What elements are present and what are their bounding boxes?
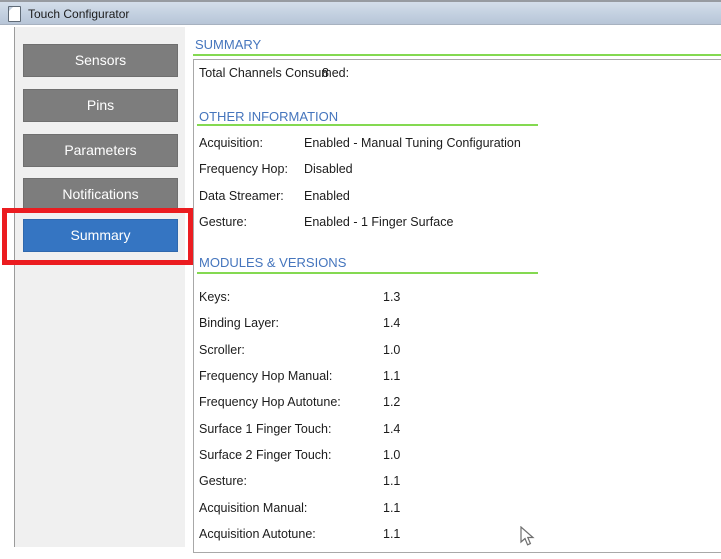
module-label: Binding Layer:	[199, 316, 279, 330]
module-version: 1.1	[383, 501, 400, 515]
window-titlebar: Touch Configurator	[0, 0, 721, 25]
window-doc-icon	[8, 6, 21, 22]
sidebar-item-parameters[interactable]: Parameters	[23, 134, 178, 167]
page-title: SUMMARY	[195, 37, 261, 52]
module-label: Keys:	[199, 290, 230, 304]
info-value: Disabled	[304, 162, 353, 176]
info-label: Gesture:	[199, 215, 247, 229]
module-version: 1.1	[383, 527, 400, 541]
total-channels-value: 8	[322, 66, 329, 80]
sidebar: Sensors Pins Parameters Notifications Su…	[14, 27, 185, 547]
sidebar-item-pins[interactable]: Pins	[23, 89, 178, 122]
info-label: Data Streamer:	[199, 189, 284, 203]
summary-content-panel: Total Channels Consumed: 8 OTHER INFORMA…	[193, 59, 721, 553]
other-information-header: OTHER INFORMATION	[199, 109, 338, 124]
sidebar-item-notifications[interactable]: Notifications	[23, 178, 178, 211]
window-title: Touch Configurator	[28, 7, 129, 21]
module-label: Acquisition Autotune:	[199, 527, 316, 541]
module-version: 1.1	[383, 369, 400, 383]
module-label: Frequency Hop Manual:	[199, 369, 332, 383]
info-value: Enabled - 1 Finger Surface	[304, 215, 453, 229]
module-label: Surface 2 Finger Touch:	[199, 448, 331, 462]
info-value: Enabled	[304, 189, 350, 203]
module-version: 1.1	[383, 474, 400, 488]
info-value: Enabled - Manual Tuning Configuration	[304, 136, 521, 150]
module-label: Frequency Hop Autotune:	[199, 395, 341, 409]
module-label: Surface 1 Finger Touch:	[199, 422, 331, 436]
module-label: Scroller:	[199, 343, 245, 357]
summary-underline	[193, 54, 721, 56]
info-label: Frequency Hop:	[199, 162, 288, 176]
module-version: 1.3	[383, 290, 400, 304]
modules-versions-header: MODULES & VERSIONS	[199, 255, 346, 270]
module-label: Gesture:	[199, 474, 247, 488]
info-label: Acquisition:	[199, 136, 263, 150]
other-information-underline	[197, 124, 538, 126]
modules-versions-underline	[197, 272, 538, 274]
module-version: 1.0	[383, 448, 400, 462]
module-version: 1.0	[383, 343, 400, 357]
module-version: 1.4	[383, 422, 400, 436]
module-label: Acquisition Manual:	[199, 501, 307, 515]
sidebar-item-summary[interactable]: Summary	[23, 219, 178, 252]
module-version: 1.4	[383, 316, 400, 330]
module-version: 1.2	[383, 395, 400, 409]
sidebar-item-sensors[interactable]: Sensors	[23, 44, 178, 77]
